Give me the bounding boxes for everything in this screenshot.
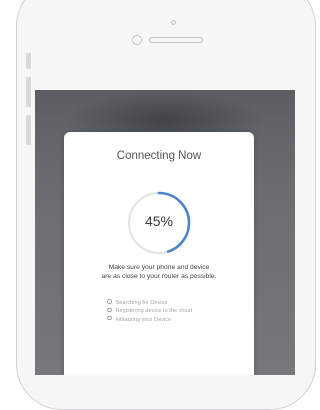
volume-down-button bbox=[26, 115, 31, 145]
connection-steps-list: Searching for Device Registering device … bbox=[107, 299, 192, 324]
mute-switch bbox=[26, 53, 31, 69]
instruction-line: Make sure your phone and device bbox=[108, 264, 210, 271]
proximity-sensor-icon bbox=[132, 35, 142, 45]
connecting-dialog: Connecting Now 45% Make sure your phone … bbox=[64, 132, 254, 375]
earpiece-speaker bbox=[149, 37, 203, 43]
front-camera-icon bbox=[171, 20, 176, 25]
step-label: Registering device to the cloud bbox=[115, 308, 193, 315]
bullet-icon bbox=[107, 307, 112, 313]
phone-screen: Connecting Now 45% Make sure your phone … bbox=[35, 90, 295, 375]
progress-percent: 45% bbox=[144, 213, 174, 229]
step-label: Searching for Device bbox=[115, 300, 168, 306]
dialog-title: Connecting Now bbox=[116, 150, 202, 162]
instruction-line: are as close to your router as possible. bbox=[101, 273, 217, 280]
list-item: Searching for Device bbox=[107, 299, 192, 307]
list-item: Registering device to the cloud bbox=[107, 307, 192, 315]
progress-ring: 45% bbox=[126, 190, 192, 256]
instructions-text: Make sure your phone and device are as c… bbox=[70, 263, 248, 281]
list-item: Initializing your Device bbox=[107, 315, 192, 324]
bullet-icon bbox=[107, 315, 112, 321]
bullet-icon bbox=[107, 299, 112, 304]
volume-up-button bbox=[26, 77, 31, 107]
step-label: Initializing your Device bbox=[115, 316, 172, 323]
